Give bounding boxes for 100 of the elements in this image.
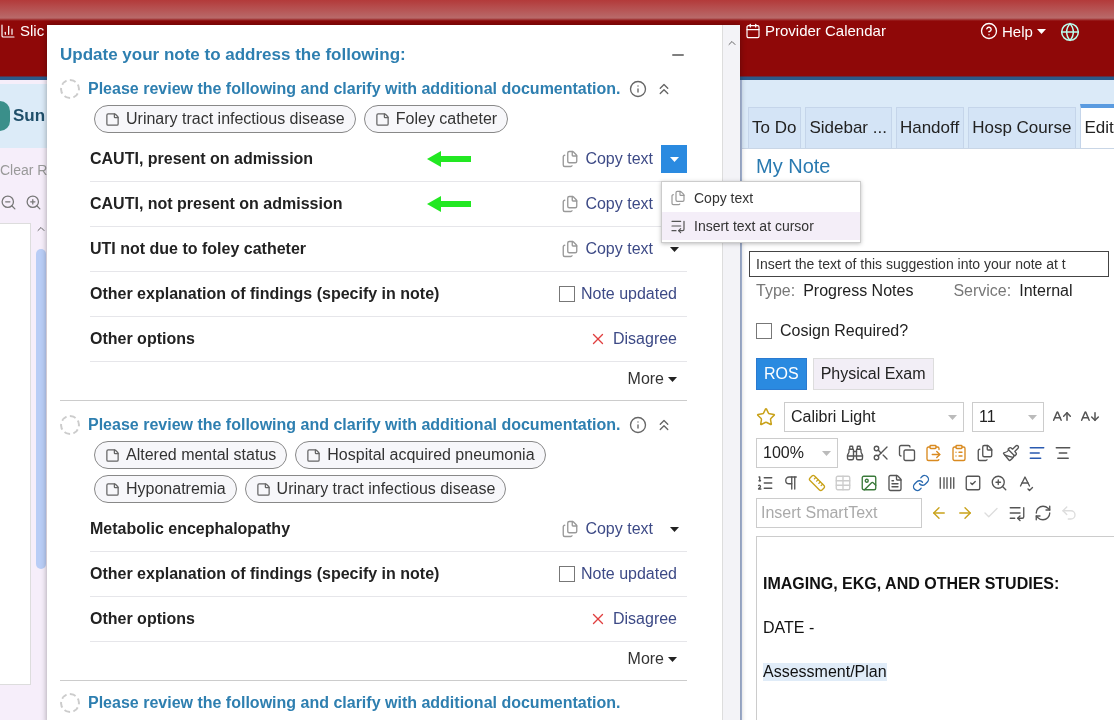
align-center-icon[interactable] — [1054, 444, 1072, 462]
tab[interactable]: Hosp Course — [968, 107, 1077, 148]
star-icon[interactable] — [756, 407, 776, 427]
image-icon[interactable] — [860, 474, 878, 492]
checkbox[interactable] — [558, 566, 575, 582]
smarttext-field[interactable]: Insert SmartText — [756, 498, 922, 528]
section-title: Please review the following and clarify with additional documentation. — [88, 416, 621, 434]
binoculars-icon[interactable] — [846, 444, 864, 462]
caret-icon — [669, 526, 679, 532]
option-label: Other options — [90, 610, 195, 628]
checkbox-icon[interactable] — [964, 474, 982, 492]
list-icon[interactable] — [1008, 504, 1026, 522]
barcode-icon[interactable] — [938, 474, 956, 492]
chart-icon[interactable] — [0, 22, 16, 39]
tooltip: Insert the text of this suggestion into your note at t — [749, 251, 1109, 277]
globe-icon[interactable] — [1060, 22, 1080, 42]
checkbox[interactable] — [558, 286, 575, 302]
option-label: Other options — [90, 330, 195, 348]
app-tab[interactable]: Slic — [20, 22, 45, 39]
avatar — [0, 101, 10, 131]
copy-text-button[interactable]: Copy text — [561, 240, 653, 258]
caret-icon — [948, 414, 957, 420]
zoom-dropdown[interactable]: 100% — [756, 438, 838, 468]
note-text: DATE - — [763, 619, 815, 637]
note-heading: My Note — [756, 155, 832, 178]
tab[interactable]: Sidebar ... — [805, 107, 892, 148]
font-dropdown[interactable]: Calibri Light — [784, 402, 964, 432]
section-title: Please review the following and clarify with additional documentation. — [88, 694, 621, 712]
status-ring — [60, 415, 80, 435]
copy-text-button[interactable]: Copy text — [561, 195, 653, 213]
info-icon[interactable] — [628, 80, 647, 98]
caret-icon — [1036, 28, 1046, 34]
copy-icon[interactable] — [898, 444, 916, 462]
note-updated-checkbox[interactable]: Note updated — [558, 285, 677, 303]
section-tab[interactable]: ROS — [756, 358, 807, 390]
diagnosis-chip[interactable]: Urinary tract infectious disease — [94, 105, 356, 133]
status-ring — [60, 79, 80, 99]
clipboard-icon[interactable] — [950, 444, 968, 462]
option-label: CAUTI, not present on admission — [90, 195, 343, 213]
scissors-icon[interactable] — [872, 444, 890, 462]
note-icon — [306, 447, 322, 463]
calendar-icon — [745, 22, 761, 39]
refresh-icon[interactable] — [1034, 504, 1052, 522]
tab[interactable]: To Do — [748, 107, 802, 148]
copy-icon — [561, 520, 580, 538]
note-text: Assessment/Plan — [763, 663, 887, 681]
link-icon[interactable] — [912, 474, 930, 492]
note-icon — [105, 481, 120, 497]
help-icon — [980, 22, 998, 40]
paste-icon[interactable] — [924, 444, 942, 462]
caret-icon — [668, 376, 677, 382]
panel-title: Sun — [13, 106, 46, 126]
service-value: Internal — [1019, 282, 1073, 300]
zoom-out-icon[interactable] — [0, 194, 17, 211]
option-label: UTI not due to foley catheter — [90, 240, 306, 258]
info-icon[interactable] — [628, 416, 647, 434]
menu-item[interactable]: Copy text — [662, 184, 860, 212]
status-ring — [60, 693, 80, 713]
option-label: Other explanation of findings (specify in note) — [90, 285, 440, 303]
copy-icon — [561, 150, 580, 168]
copy-text-button[interactable]: Copy text — [561, 520, 653, 538]
diagnosis-chip[interactable]: Altered mental status — [94, 441, 288, 469]
document-icon[interactable] — [886, 474, 904, 492]
paintbrush-icon[interactable] — [1002, 444, 1020, 462]
copy-icon — [670, 190, 686, 206]
section-title: Please review the following and clarify with additional documentation. — [88, 80, 621, 98]
zoom-in-icon[interactable] — [25, 194, 42, 211]
diagnosis-chip[interactable]: Urinary tract infectious disease — [244, 475, 507, 503]
type-value: Progress Notes — [803, 282, 914, 300]
more-button[interactable]: More — [627, 370, 677, 388]
option-label: Metabolic encephalopathy — [90, 520, 291, 538]
diagnosis-chip[interactable]: Hospital acquired pneumonia — [295, 441, 546, 469]
note-icon — [105, 111, 120, 127]
caret-icon — [669, 156, 679, 162]
pilcrow-icon[interactable] — [782, 474, 800, 492]
scrollbar-thumb[interactable] — [36, 249, 46, 569]
cosign-label: Cosign Required? — [780, 322, 909, 340]
note-text: IMAGING, EKG, AND OTHER STUDIES: — [763, 575, 1060, 593]
note-updated-checkbox[interactable]: Note updated — [558, 565, 677, 583]
zoom-in-icon[interactable] — [990, 474, 1008, 492]
copy-icon — [561, 195, 580, 213]
checkbox[interactable] — [756, 323, 772, 339]
list-icon[interactable] — [756, 474, 774, 492]
help-menu[interactable]: Help — [1002, 22, 1033, 40]
diagnosis-chip[interactable]: Foley catheter — [363, 105, 509, 133]
align-left-icon[interactable] — [1028, 444, 1046, 462]
provider-calendar-link[interactable]: Provider Calendar — [765, 22, 886, 39]
tab[interactable]: Edit — [1080, 104, 1114, 148]
size-dropdown[interactable]: 11 — [972, 402, 1044, 432]
menu-item[interactable]: Insert text at cursor — [662, 212, 860, 240]
diagnosis-chip[interactable]: Hyponatremia — [94, 475, 237, 503]
option-label: Other explanation of findings (specify in note) — [90, 565, 440, 583]
copy-text-button[interactable]: Copy text — [561, 150, 653, 168]
section-tab[interactable]: Physical Exam — [812, 358, 934, 390]
pages-icon[interactable] — [976, 444, 994, 462]
disagree-button[interactable]: Disagree — [588, 330, 677, 348]
note-editor[interactable]: IMAGING, EKG, AND OTHER STUDIES: DATE - Assessment/Plan — [756, 536, 1114, 720]
more-button[interactable]: More — [627, 650, 677, 668]
tab[interactable]: Handoff — [895, 107, 965, 148]
disagree-button[interactable]: Disagree — [588, 610, 677, 628]
